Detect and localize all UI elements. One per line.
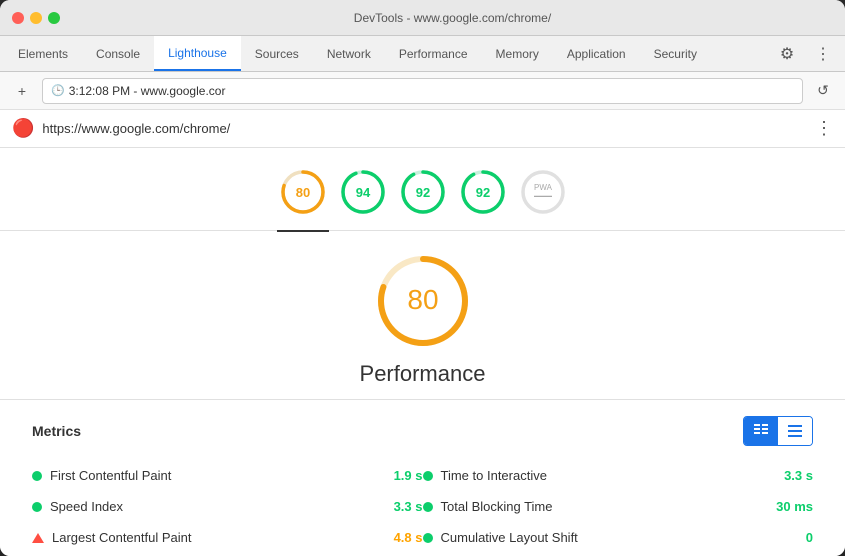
tab-lighthouse[interactable]: Lighthouse bbox=[154, 36, 241, 71]
close-button[interactable] bbox=[12, 12, 24, 24]
address-value: 3:12:08 PM - www.google.cor bbox=[69, 84, 226, 98]
svg-text:94: 94 bbox=[355, 185, 370, 200]
cls-value: 0 bbox=[806, 530, 813, 545]
reload-button[interactable]: ↺ bbox=[811, 79, 835, 103]
tab-console[interactable]: Console bbox=[82, 36, 154, 71]
score-btn-92a[interactable]: 92 bbox=[397, 166, 449, 218]
metric-fcp: First Contentful Paint 1.9 s bbox=[32, 460, 423, 491]
svg-text:92: 92 bbox=[415, 185, 429, 200]
tabs-bar: Elements Console Lighthouse Sources Netw… bbox=[0, 36, 845, 72]
cls-label: Cumulative Layout Shift bbox=[441, 530, 790, 545]
devtools-window: DevTools - www.google.com/chrome/ Elemen… bbox=[0, 0, 845, 556]
grid-view-button[interactable] bbox=[744, 417, 778, 445]
main-content: 80 94 92 bbox=[0, 148, 845, 556]
titlebar: DevTools - www.google.com/chrome/ bbox=[0, 0, 845, 36]
metric-si: Speed Index 3.3 s bbox=[32, 491, 423, 522]
svg-text:80: 80 bbox=[295, 185, 309, 200]
tab-application[interactable]: Application bbox=[553, 36, 640, 71]
view-toggle bbox=[743, 416, 813, 446]
lcp-indicator bbox=[32, 533, 44, 543]
fcp-value: 1.9 s bbox=[394, 468, 423, 483]
lcp-label: Largest Contentful Paint bbox=[52, 530, 378, 545]
metric-tbt: Total Blocking Time 30 ms bbox=[423, 491, 814, 522]
lcp-value: 4.8 s bbox=[394, 530, 423, 545]
tab-sources[interactable]: Sources bbox=[241, 36, 313, 71]
tbt-value: 30 ms bbox=[776, 499, 813, 514]
tab-elements[interactable]: Elements bbox=[4, 36, 82, 71]
new-tab-button[interactable]: + bbox=[10, 79, 34, 103]
performance-title: Performance bbox=[360, 361, 486, 387]
lighthouse-url-bar: 🔴 https://www.google.com/chrome/ ⋮ bbox=[0, 110, 845, 148]
metric-cls: Cumulative Layout Shift 0 bbox=[423, 522, 814, 553]
traffic-lights bbox=[12, 12, 60, 24]
svg-text:80: 80 bbox=[407, 284, 438, 315]
tab-memory[interactable]: Memory bbox=[482, 36, 553, 71]
tbt-indicator bbox=[423, 502, 433, 512]
tab-security[interactable]: Security bbox=[640, 36, 711, 71]
address-input[interactable]: 🕒 3:12:08 PM - www.google.cor bbox=[42, 78, 803, 104]
tti-label: Time to Interactive bbox=[441, 468, 769, 483]
score-btn-92b[interactable]: 92 bbox=[457, 166, 509, 218]
metrics-section: Metrics bbox=[0, 400, 845, 556]
metrics-grid: First Contentful Paint 1.9 s Speed Index… bbox=[32, 460, 813, 553]
lighthouse-url: https://www.google.com/chrome/ bbox=[42, 121, 230, 136]
lighthouse-more-button[interactable]: ⋮ bbox=[815, 118, 833, 139]
tab-network[interactable]: Network bbox=[313, 36, 385, 71]
tab-performance[interactable]: Performance bbox=[385, 36, 482, 71]
svg-text:—: — bbox=[534, 185, 552, 205]
svg-text:92: 92 bbox=[475, 185, 489, 200]
score-tabs: 80 94 92 bbox=[0, 148, 845, 231]
lighthouse-icon: 🔴 bbox=[12, 118, 34, 139]
cls-indicator bbox=[423, 533, 433, 543]
si-value: 3.3 s bbox=[394, 499, 423, 514]
tabs-actions: ⚙ ⋮ bbox=[773, 36, 845, 71]
tti-indicator bbox=[423, 471, 433, 481]
performance-section: 80 Performance bbox=[0, 231, 845, 400]
address-bar: + 🕒 3:12:08 PM - www.google.cor ↺ bbox=[0, 72, 845, 110]
metrics-right: Time to Interactive 3.3 s Total Blocking… bbox=[423, 460, 814, 553]
fcp-indicator bbox=[32, 471, 42, 481]
time-icon: 🕒 bbox=[51, 84, 65, 97]
minimize-button[interactable] bbox=[30, 12, 42, 24]
maximize-button[interactable] bbox=[48, 12, 60, 24]
titlebar-title: DevTools - www.google.com/chrome/ bbox=[72, 11, 833, 25]
metric-tti: Time to Interactive 3.3 s bbox=[423, 460, 814, 491]
score-btn-94[interactable]: 94 bbox=[337, 166, 389, 218]
metrics-header: Metrics bbox=[32, 416, 813, 446]
si-label: Speed Index bbox=[50, 499, 378, 514]
tti-value: 3.3 s bbox=[784, 468, 813, 483]
score-btn-pwa[interactable]: PWA — bbox=[517, 166, 569, 218]
si-indicator bbox=[32, 502, 42, 512]
fcp-label: First Contentful Paint bbox=[50, 468, 378, 483]
tbt-label: Total Blocking Time bbox=[441, 499, 761, 514]
performance-circle: 80 bbox=[373, 251, 473, 351]
metrics-title: Metrics bbox=[32, 423, 743, 439]
settings-button[interactable]: ⚙ bbox=[773, 40, 801, 68]
more-options-button[interactable]: ⋮ bbox=[809, 40, 837, 68]
metric-lcp: Largest Contentful Paint 4.8 s bbox=[32, 522, 423, 553]
list-view-button[interactable] bbox=[778, 417, 812, 445]
score-btn-80[interactable]: 80 bbox=[277, 166, 329, 218]
metrics-left: First Contentful Paint 1.9 s Speed Index… bbox=[32, 460, 423, 553]
